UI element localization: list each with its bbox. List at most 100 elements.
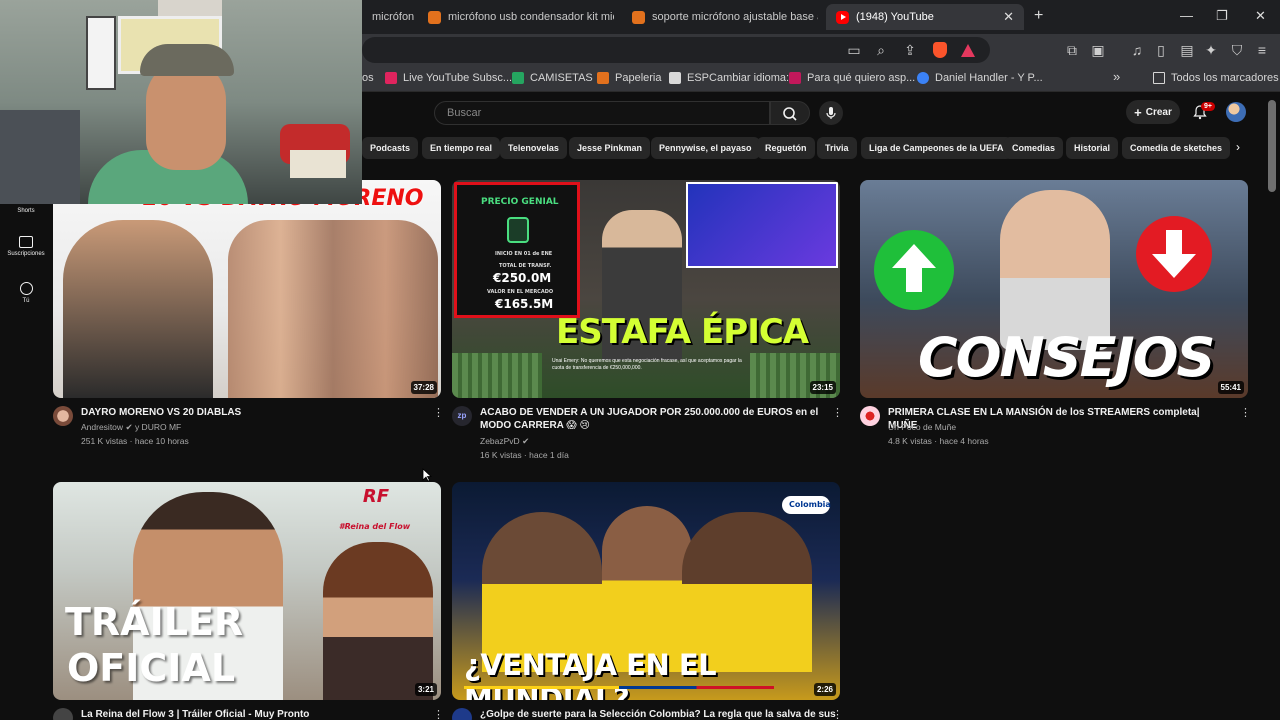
account-avatar[interactable] <box>1226 102 1246 122</box>
bookmark-site-icon <box>789 72 801 84</box>
bookmark-item[interactable]: Live YouTube Subsc... <box>385 72 512 84</box>
bookmark-item[interactable]: Papeleria <box>597 72 661 84</box>
zoom-icon[interactable]: ⌕ <box>873 42 889 58</box>
more-actions-icon[interactable]: ⋮ <box>832 406 843 419</box>
chip[interactable]: Liga de Campeones de la UEFA <box>861 137 1012 159</box>
page-scrollbar[interactable] <box>1264 92 1280 720</box>
new-tab-button[interactable]: + <box>1034 7 1043 25</box>
chip[interactable]: Pennywise, el payaso <box>651 137 760 159</box>
video-title[interactable]: ACABO DE VENDER A UN JUGADOR POR 250.000… <box>480 406 820 432</box>
store-bookmark-icon <box>597 72 609 84</box>
media-icon[interactable]: ♫ <box>1129 42 1145 58</box>
sidebar-toggle-icon[interactable]: ▯ <box>1153 42 1169 58</box>
chip[interactable]: Comedia de sketches <box>1122 137 1231 159</box>
video-card[interactable]: PRECIO GENIAL INICIO EN 01 de ENE TOTAL … <box>452 180 843 465</box>
more-bookmarks-button[interactable]: » <box>1113 69 1120 84</box>
more-actions-icon[interactable]: ⋮ <box>433 406 444 419</box>
create-label: Crear <box>1145 106 1172 118</box>
video-thumbnail[interactable]: PRECIO GENIAL INICIO EN 01 de ENE TOTAL … <box>452 180 840 398</box>
chips-next-chevron-icon[interactable]: › <box>1236 140 1240 154</box>
bookmark-item[interactable]: Para qué quiero asp... <box>789 72 915 84</box>
browser-tab[interactable]: soporte micrófono ajustable base ale <box>622 4 818 30</box>
bookmark-item[interactable]: CAMISETAS <box>512 72 593 84</box>
chip[interactable]: Comedias <box>1004 137 1064 159</box>
bookmark-item[interactable]: Daniel Handler - Y P... <box>917 72 1043 84</box>
share-icon[interactable]: ⇪ <box>902 42 918 58</box>
wallet-icon[interactable]: ▤ <box>1179 42 1195 58</box>
chip[interactable]: Podcasts <box>362 137 419 159</box>
chip[interactable]: Reguetón <box>757 137 815 159</box>
voice-search-button[interactable] <box>819 101 843 125</box>
video-duration: 3:21 <box>414 683 437 696</box>
video-title[interactable]: DAYRO MORENO VS 20 DIABLAS <box>81 406 421 419</box>
restore-icon[interactable]: ❐ <box>1216 8 1228 24</box>
browser-tab[interactable]: micrófono usb condensador kit micr <box>418 4 614 30</box>
chip[interactable]: Jesse Pinkman <box>569 137 651 159</box>
close-tab-icon[interactable]: ✕ <box>1003 9 1014 25</box>
thumbnail-text: ESTAFA ÉPICA <box>556 312 809 352</box>
money-stack <box>452 353 542 398</box>
channel-name[interactable]: ZebazPvD ✔ <box>480 436 529 447</box>
more-actions-icon[interactable]: ⋮ <box>433 708 444 720</box>
channel-avatar[interactable]: zp <box>452 406 472 426</box>
leo-ai-icon[interactable]: ✦ <box>1203 42 1219 58</box>
channel-avatar[interactable] <box>53 708 73 720</box>
tab-title: micrófono <box>372 11 414 23</box>
bookmark-item[interactable]: ESPCambiar idioma: <box>669 72 789 84</box>
video-title[interactable]: ¿Golpe de suerte para la Selección Colom… <box>480 708 836 720</box>
extension-icon[interactable]: ▣ <box>1090 42 1106 58</box>
category-chips: Podcasts En tiempo real Telenovelas Jess… <box>362 137 1262 159</box>
video-thumbnail[interactable]: 20 VS DAYRO MORENO 37:28 <box>53 180 441 398</box>
more-actions-icon[interactable]: ⋮ <box>1240 406 1251 419</box>
brave-rewards-icon[interactable] <box>961 44 975 57</box>
chip[interactable]: Telenovelas <box>500 137 567 159</box>
scrollbar-thumb[interactable] <box>1268 100 1276 192</box>
video-thumbnail[interactable]: CONSEJOS 55:41 <box>860 180 1248 398</box>
thumbnail-quote: Unai Emery: No queremos que esta negocia… <box>552 358 742 371</box>
video-thumbnail[interactable]: Colombia ¿VENTAJA EN EL MUNDIAL? 2:26 <box>452 482 840 700</box>
channel-avatar[interactable] <box>53 406 73 426</box>
sidebar-item-you[interactable]: Tú <box>0 282 52 304</box>
more-actions-icon[interactable]: ⋮ <box>832 708 843 720</box>
create-button[interactable]: + Crear <box>1126 100 1180 124</box>
search-button[interactable] <box>770 101 810 125</box>
vpn-icon[interactable]: ⛉ <box>1229 42 1245 58</box>
video-title[interactable]: La Reina del Flow 3 | Tráiler Oficial - … <box>81 708 421 720</box>
video-card[interactable]: CONSEJOS 55:41 PRIMERA CLASE EN LA MANSI… <box>860 180 1251 450</box>
extensions-icon[interactable]: ⧉ <box>1064 42 1080 58</box>
url-field[interactable] <box>362 37 990 63</box>
video-card[interactable]: RF #Reina del Flow TRÁILER OFICIAL 3:21 … <box>53 482 444 720</box>
chip[interactable]: Historial <box>1066 137 1119 159</box>
chip[interactable]: En tiempo real <box>422 137 501 159</box>
channel-avatar[interactable] <box>452 708 472 720</box>
plus-icon: + <box>1134 104 1142 120</box>
channel-avatar[interactable] <box>860 406 880 426</box>
search-input[interactable]: Buscar <box>434 101 770 125</box>
video-card[interactable]: Colombia ¿VENTAJA EN EL MUNDIAL? 2:26 ¿G… <box>452 482 843 720</box>
channel-name[interactable]: Un Poco de Muñe <box>888 422 956 432</box>
menu-icon[interactable]: ≡ <box>1254 42 1270 58</box>
wall-frame <box>158 0 222 16</box>
close-window-icon[interactable]: ✕ <box>1255 8 1266 24</box>
video-duration: 55:41 <box>1217 381 1244 394</box>
thumbnail-logo-sub: #Reina del Flow <box>339 522 411 531</box>
bookmark-item[interactable]: os <box>362 72 374 84</box>
all-bookmarks-folder[interactable]: Todos los marcadores <box>1153 72 1279 84</box>
verified-icon: ✔ <box>522 436 530 446</box>
notification-count-badge: 9+ <box>1201 102 1215 111</box>
chip[interactable]: Trivia <box>817 137 857 159</box>
video-thumbnail[interactable]: RF #Reina del Flow TRÁILER OFICIAL 3:21 <box>53 482 441 700</box>
browser-tab[interactable]: micrófono <box>362 4 414 30</box>
down-arrow-icon <box>1136 216 1212 292</box>
channel-name[interactable]: Andresitow ✔ y DURO MF <box>81 422 181 433</box>
sidebar-item-shorts[interactable]: Shorts <box>0 208 52 214</box>
sidebar-item-subscriptions[interactable]: Suscripciones <box>0 236 52 257</box>
video-card[interactable]: 20 VS DAYRO MORENO 37:28 DAYRO MORENO VS… <box>53 180 444 450</box>
brave-shields-icon[interactable] <box>933 42 947 58</box>
channel-collab-text: y DURO MF <box>134 422 182 432</box>
browser-tab-active[interactable]: (1948) YouTube ✕ <box>826 4 1024 30</box>
minimize-icon[interactable]: — <box>1180 8 1193 23</box>
webcam-person-face <box>146 60 226 170</box>
cast-icon[interactable]: ▭ <box>846 42 862 58</box>
search-icon <box>783 107 797 121</box>
